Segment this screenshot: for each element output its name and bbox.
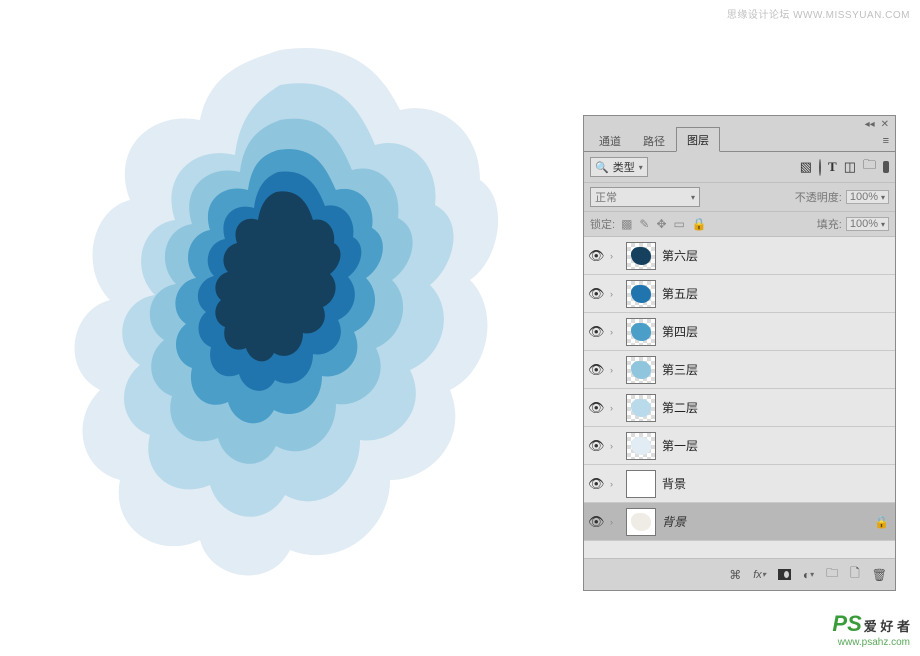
layer-thumbnail[interactable] [626,508,656,536]
chevron-down-icon: ▾ [691,193,695,202]
tab-paths[interactable]: 路径 [632,128,676,152]
layer-row[interactable]: 👁 › 第六层 [584,237,895,275]
blend-mode-select[interactable]: 正常 ▾ [590,187,700,207]
fx-icon[interactable]: fx▾ [753,569,766,581]
filter-shape-icon[interactable]: ◫ [844,159,856,175]
panel-collapse-icon[interactable]: ◂◂ [865,119,875,130]
blend-mode-value: 正常 [595,189,617,205]
layer-name[interactable]: 背景 [662,513,868,530]
expand-icon[interactable]: › [610,479,620,489]
layer-row[interactable]: 👁 › 第四层 [584,313,895,351]
lock-trans-icon[interactable]: ▩ [621,217,632,231]
visibility-icon[interactable]: 👁 [588,248,604,264]
chevron-down-icon: ▾ [639,163,643,172]
mask-icon[interactable] [778,569,791,580]
canvas-artwork [40,30,520,590]
layer-thumbnail[interactable] [626,470,656,498]
expand-icon[interactable]: › [610,441,620,451]
watermark-url: www.psahz.com [832,637,910,648]
opacity-input[interactable]: 100%▾ [846,190,889,204]
panel-close-icon[interactable]: ✕ [881,119,889,130]
visibility-icon[interactable]: 👁 [588,438,604,454]
layer-row[interactable]: 👁 › 背景 🔒 [584,503,895,541]
panel-tabs: 通道 路径 图层 ≡ [584,130,895,152]
filter-adjustment-icon[interactable] [819,160,821,175]
layers-list: 👁 › 第六层 👁 › 第五层 👁 › 第四层 👁 › 第三层 👁 › 第二层 👁 › 第一层 👁 › 背景 👁 › 背景 🔒 [584,237,895,541]
filter-row: 🔍 类型 ▾ ▧ T ◫ 🗀 [584,152,895,183]
panel-footer: ⌘ fx▾ ◐▾ 🗀 🗋 🗑 [584,559,895,590]
expand-icon[interactable]: › [610,403,620,413]
opacity-label: 不透明度: [795,189,842,205]
layer-name[interactable]: 第四层 [662,323,889,340]
layer-row[interactable]: 👁 › 第二层 [584,389,895,427]
tab-layers[interactable]: 图层 [676,127,720,152]
filter-image-icon[interactable]: ▧ [800,159,812,175]
watermark-bottom: PS 爱 好 者 www.psahz.com [832,611,910,648]
layer-thumbnail[interactable] [626,318,656,346]
layer-thumbnail[interactable] [626,432,656,460]
tab-channels[interactable]: 通道 [588,128,632,152]
layer-row[interactable]: 👁 › 第五层 [584,275,895,313]
filter-smartobject-icon[interactable]: 🗀 [863,156,876,178]
visibility-icon[interactable]: 👁 [588,362,604,378]
layer-thumbnail[interactable] [626,242,656,270]
visibility-icon[interactable]: 👁 [588,514,604,530]
layer-thumbnail[interactable] [626,280,656,308]
layer-name[interactable]: 第三层 [662,361,889,378]
lock-icon: 🔒 [874,515,889,529]
layer-row[interactable]: 👁 › 第一层 [584,427,895,465]
expand-icon[interactable]: › [610,517,620,527]
panel-menu-icon[interactable]: ≡ [883,135,889,147]
layers-panel: ◂◂ ✕ 通道 路径 图层 ≡ 🔍 类型 ▾ ▧ T ◫ 🗀 正常 ▾ 不透明度… [583,115,896,591]
layer-name[interactable]: 第六层 [662,247,889,264]
layer-thumbnail[interactable] [626,394,656,422]
fill-label: 填充: [817,216,842,232]
search-icon: 🔍 [595,161,609,174]
filter-toggle[interactable] [883,161,889,173]
layer-row[interactable]: 👁 › 背景 [584,465,895,503]
expand-icon[interactable]: › [610,327,620,337]
lock-row: 锁定: ▩ ✎ ✥ ▭ 🔒 填充: 100%▾ [584,212,895,237]
layer-name[interactable]: 第一层 [662,437,889,454]
fill-value: 100% [850,218,878,230]
visibility-icon[interactable]: 👁 [588,286,604,302]
visibility-icon[interactable]: 👁 [588,476,604,492]
lock-pixels-icon[interactable]: ✎ [639,217,649,231]
filter-type-icon[interactable]: T [828,159,837,175]
expand-icon[interactable]: › [610,365,620,375]
filter-kind-select[interactable]: 🔍 类型 ▾ [590,157,648,177]
layer-name[interactable]: 第五层 [662,285,889,302]
lock-position-icon[interactable]: ✥ [656,217,666,231]
new-layer-icon[interactable]: 🗋 [850,564,860,585]
layer-name[interactable]: 第二层 [662,399,889,416]
expand-icon[interactable]: › [610,251,620,261]
opacity-value: 100% [850,191,878,203]
visibility-icon[interactable]: 👁 [588,400,604,416]
trash-icon[interactable]: 🗑 [872,568,887,582]
lock-artboard-icon[interactable]: ▭ [674,217,685,231]
layers-empty-area[interactable] [584,541,895,559]
group-icon[interactable]: 🗀 [826,564,838,585]
layer-row[interactable]: 👁 › 第三层 [584,351,895,389]
watermark-top: 思缘设计论坛 WWW.MISSYUAN.COM [727,6,910,21]
filter-kind-label: 类型 [613,159,635,175]
fill-input[interactable]: 100%▾ [846,217,889,231]
adjust-icon[interactable]: ◐▾ [803,568,814,582]
layer-name[interactable]: 背景 [662,475,889,492]
layer-thumbnail[interactable] [626,356,656,384]
visibility-icon[interactable]: 👁 [588,324,604,340]
expand-icon[interactable]: › [610,289,620,299]
link-icon[interactable]: ⌘ [729,568,741,582]
watermark-ps: PS [832,611,861,637]
lock-label: 锁定: [590,216,615,232]
lock-all-icon[interactable]: 🔒 [692,217,707,231]
blend-row: 正常 ▾ 不透明度: 100%▾ [584,183,895,212]
watermark-zh: 爱 好 者 [864,616,910,635]
